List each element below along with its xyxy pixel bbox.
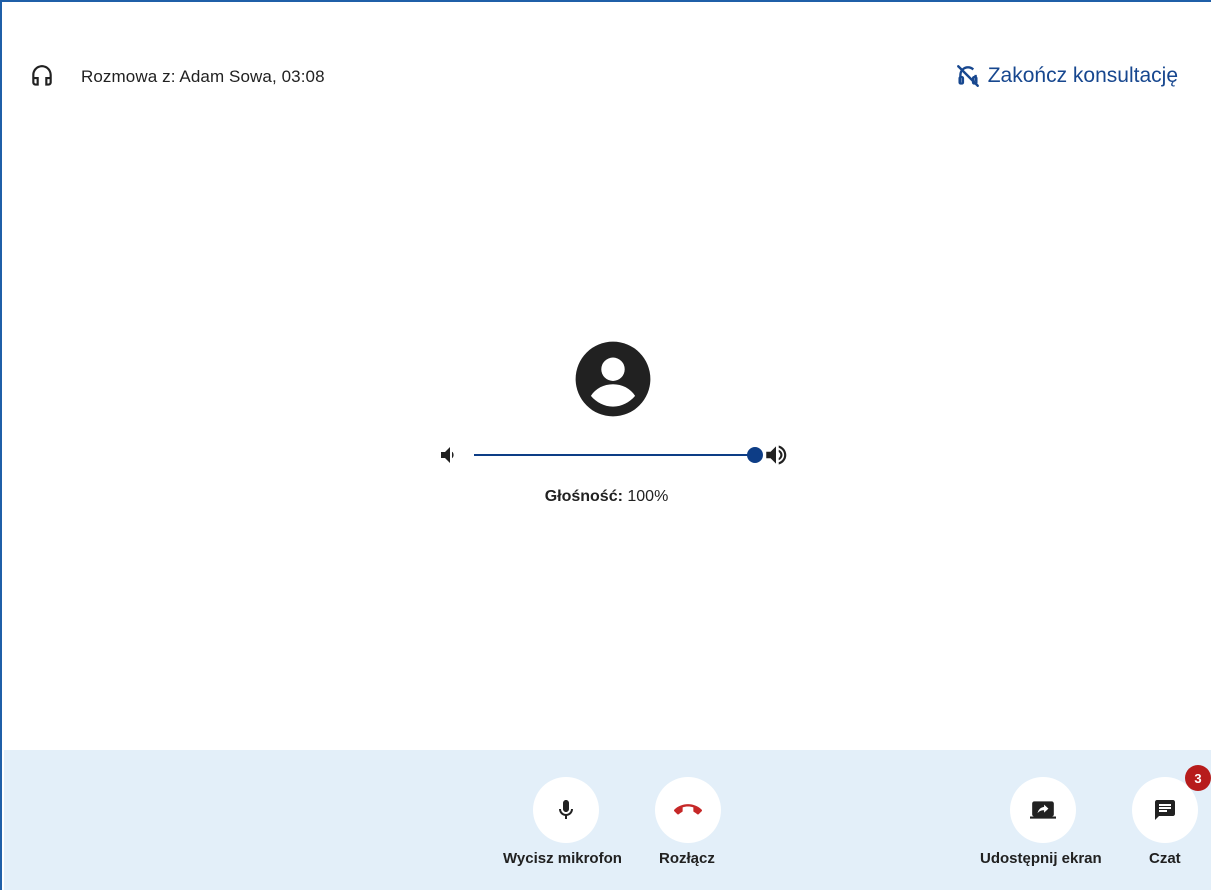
- volume-readout: Głośność: 100%: [2, 488, 1211, 506]
- microphone-icon: [559, 800, 573, 819]
- volume-value: 100%: [627, 488, 669, 505]
- call-title: Rozmowa z: Adam Sowa, 03:08: [81, 67, 325, 86]
- volume-down-icon[interactable]: [436, 443, 460, 467]
- hang-up-circle[interactable]: [655, 777, 721, 843]
- volume-up-icon[interactable]: [763, 442, 789, 468]
- volume-label-prefix: Głośność:: [544, 488, 623, 505]
- end-consultation-label: Zakończ konsultację: [987, 64, 1178, 87]
- chat-icon: [1155, 800, 1175, 820]
- hang-up-label: Rozłącz: [659, 850, 715, 867]
- headset-off-icon: [956, 65, 979, 87]
- account-circle-icon: [575, 341, 651, 417]
- volume-slider-thumb[interactable]: [747, 447, 763, 463]
- share-screen-circle[interactable]: [1010, 777, 1076, 843]
- chat-label: Czat: [1149, 850, 1181, 867]
- end-consultation-button[interactable]: Zakończ konsultację: [955, 63, 1178, 89]
- screen-share-icon: [1030, 801, 1056, 819]
- chat-unread-badge: 3: [1185, 765, 1211, 791]
- call-window: Rozmowa z: Adam Sowa, 03:08 Zakończ kons…: [0, 0, 1211, 890]
- call-controls-bar: Wycisz mikrofon Rozłącz Udostępnij ekran: [4, 750, 1211, 890]
- mute-microphone-circle[interactable]: [533, 777, 599, 843]
- mute-microphone-label: Wycisz mikrofon: [503, 850, 622, 867]
- headset-icon: [32, 65, 52, 86]
- volume-slider[interactable]: [474, 447, 763, 463]
- call-header: Rozmowa z: Adam Sowa, 03:08 Zakończ kons…: [2, 60, 1211, 96]
- share-screen-label: Udostępnij ekran: [980, 850, 1102, 867]
- volume-slider-fill: [474, 454, 755, 456]
- hang-up-icon: [674, 804, 702, 815]
